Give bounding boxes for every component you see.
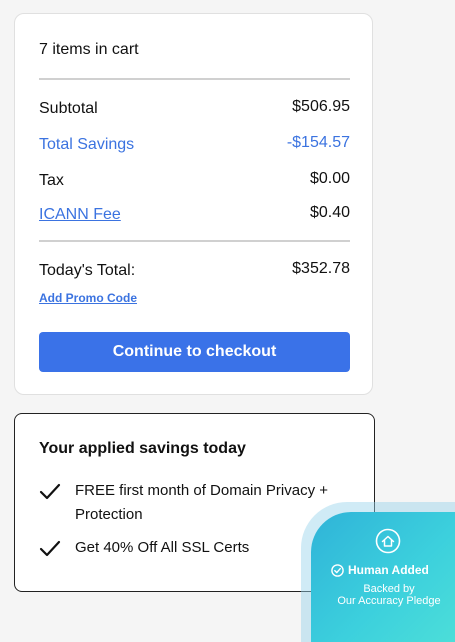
items-count: 7 items in cart — [39, 41, 139, 58]
order-summary-card: 7 items in cart Subtotal $506.95 Total S… — [14, 13, 373, 395]
badge-line-1: Backed by — [363, 583, 415, 595]
savings-label: Total Savings — [39, 136, 135, 153]
divider — [39, 240, 350, 242]
subtotal-value: $506.95 — [292, 98, 350, 115]
badge-subtitle: Backed by Our Accuracy Pledge — [311, 583, 455, 607]
tax-label: Tax — [39, 172, 64, 189]
badge-title: Human Added — [331, 563, 429, 577]
savings-title: Your applied savings today — [39, 440, 246, 457]
check-icon — [39, 483, 61, 500]
badge-title-text: Human Added — [348, 563, 429, 577]
icann-fee-link[interactable]: ICANN Fee — [39, 206, 121, 224]
accuracy-pledge-badge[interactable]: Human Added Backed by Our Accuracy Pledg… — [311, 512, 455, 642]
total-value: $352.78 — [292, 260, 350, 277]
total-label: Today's Total: — [39, 262, 136, 279]
saving-item-text: Get 40% Off All SSL Certs — [75, 539, 250, 556]
check-icon — [39, 540, 61, 557]
list-item: FREE first month of Domain Privacy + Pro… — [39, 479, 349, 527]
saving-item-text: FREE first month of Domain Privacy + Pro… — [75, 482, 328, 523]
fee-value: $0.40 — [309, 204, 350, 221]
subtotal-label: Subtotal — [39, 100, 98, 117]
home-shield-icon — [375, 528, 401, 554]
badge-line-2: Our Accuracy Pledge — [337, 595, 441, 607]
divider — [39, 78, 350, 80]
list-item: Get 40% Off All SSL Certs — [39, 536, 349, 560]
check-circle-icon — [331, 564, 344, 577]
add-promo-code-link[interactable]: Add Promo Code — [39, 291, 137, 305]
continue-to-checkout-button[interactable]: Continue to checkout — [39, 332, 350, 372]
savings-value: -$154.57 — [286, 134, 350, 151]
tax-value: $0.00 — [309, 170, 350, 187]
